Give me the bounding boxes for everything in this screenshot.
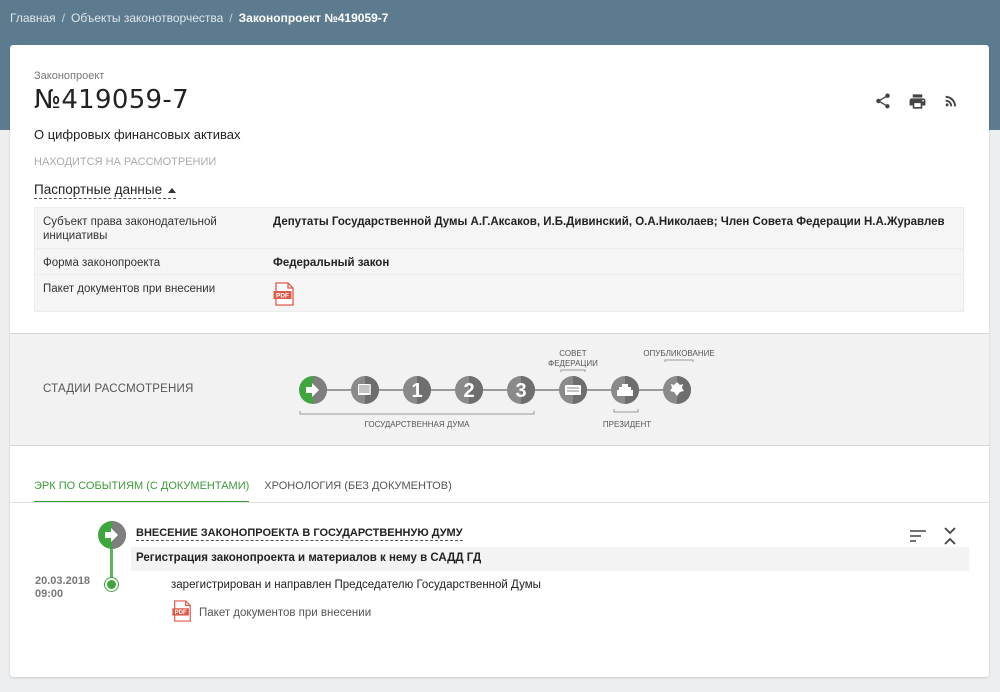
svg-text:PDF: PDF xyxy=(276,293,289,300)
tab-chronology[interactable]: ХРОНОЛОГИЯ (БЕЗ ДОКУМЕНТОВ) xyxy=(264,469,451,503)
passport-label: Пакет документов при внесении xyxy=(43,283,216,295)
passport-row: Субъект права законодательной инициативы… xyxy=(35,208,963,249)
stage-step-preliminary[interactable] xyxy=(351,376,379,404)
sort-icon[interactable] xyxy=(909,527,927,545)
tab-events-with-docs[interactable]: ЭРК ПО СОБЫТИЯМ (С ДОКУМЕНТАМИ) xyxy=(34,469,250,503)
caret-up-icon xyxy=(168,187,177,193)
bill-status: НАХОДИТСЯ НА РАССМОТРЕНИИ xyxy=(34,156,217,168)
stage-group-council-line1: СОВЕТ xyxy=(559,349,586,358)
event-document-label: Пакет документов при внесении xyxy=(199,606,372,619)
breadcrumb-lawmaking[interactable]: Объекты законотворчества xyxy=(71,11,223,25)
passport-value: PDF xyxy=(265,275,963,311)
stage-step-introduction[interactable] xyxy=(299,376,327,404)
stage-step-publication[interactable] xyxy=(663,376,691,404)
passport-value: Депутаты Государственной Думы А.Г.Аксако… xyxy=(273,216,945,228)
stages-track: ГОСУДАРСТВЕННАЯ ДУМА СОВЕТ ФЕДЕРАЦИИ ПРЕ… xyxy=(299,349,715,429)
passport-row: Пакет документов при внесении PDF xyxy=(35,275,963,311)
stage-step-president[interactable] xyxy=(611,376,639,404)
event-title[interactable]: ВНЕСЕНИЕ ЗАКОНОПРОЕКТА В ГОСУДАРСТВЕННУЮ… xyxy=(136,527,463,541)
event-description: зарегистрирован и направлен Председателю… xyxy=(171,579,541,591)
rss-icon[interactable] xyxy=(941,91,961,111)
passport-value: Федеральный закон xyxy=(273,257,390,269)
bill-card: Законопроект №419059-7 О цифровых финанс… xyxy=(10,45,989,677)
stage-group-council-line2: ФЕДЕРАЦИИ xyxy=(548,359,598,368)
passport-label: Субъект права законодательной инициативы xyxy=(43,216,217,242)
passport-label: Форма законопроекта xyxy=(43,257,161,269)
breadcrumb-home[interactable]: Главная xyxy=(10,11,56,25)
pdf-icon[interactable]: PDF xyxy=(273,282,295,310)
breadcrumb-separator: / xyxy=(61,11,66,25)
stages-panel: СТАДИИ РАССМОТРЕНИЯ ГОСУДАРСТВЕННАЯ ДУМА… xyxy=(10,333,989,446)
bill-actions xyxy=(873,91,961,111)
bill-kind: Законопроект xyxy=(34,70,105,82)
event-document-link[interactable]: PDF Пакет документов при внесении xyxy=(171,600,371,625)
event-subtitle: Регистрация законопроекта и материалов к… xyxy=(131,547,969,571)
stage-step-council[interactable] xyxy=(559,376,587,404)
event-tools xyxy=(909,527,959,545)
event-timeline: ВНЕСЕНИЕ ЗАКОНОПРОЕКТА В ГОСУДАРСТВЕННУЮ… xyxy=(10,515,989,665)
event-datetime: 20.03.2018 09:00 xyxy=(35,575,90,601)
stage-group-publication: ОПУБЛИКОВАНИЕ xyxy=(643,349,714,358)
stage-group-duma: ГОСУДАРСТВЕННАЯ ДУМА xyxy=(365,420,471,429)
svg-text:PDF: PDF xyxy=(175,610,187,616)
breadcrumb: Главная / Объекты законотворчества / Зак… xyxy=(10,11,388,25)
events-tabs: ЭРК ПО СОБЫТИЯМ (С ДОКУМЕНТАМИ) ХРОНОЛОГ… xyxy=(34,469,467,503)
passport-row: Форма законопроекта Федеральный закон xyxy=(35,249,963,275)
bill-title: О цифровых финансовых активах xyxy=(34,127,241,142)
event-time: 09:00 xyxy=(35,588,64,600)
stage-step-label: 3 xyxy=(515,380,526,402)
passport-toggle[interactable]: Паспортные данные xyxy=(34,182,177,199)
bill-number: №419059-7 xyxy=(34,85,189,115)
share-icon[interactable] xyxy=(873,91,893,111)
timeline-dot xyxy=(105,578,118,591)
passport-toggle-label: Паспортные данные xyxy=(34,182,163,197)
tab-divider xyxy=(10,502,989,503)
breadcrumb-current: Законопроект №419059-7 xyxy=(238,11,389,25)
stage-step-reading-3[interactable]: 3 xyxy=(507,376,535,404)
stage-step-reading-2[interactable]: 2 xyxy=(455,376,483,404)
collapse-icon[interactable] xyxy=(941,527,959,545)
passport-table: Субъект права законодательной инициативы… xyxy=(34,207,964,312)
event-stage-icon xyxy=(98,521,126,549)
event-date: 20.03.2018 xyxy=(35,575,91,587)
stage-step-label: 2 xyxy=(463,380,474,402)
print-icon[interactable] xyxy=(907,91,927,111)
breadcrumb-separator: / xyxy=(229,11,233,25)
stage-step-reading-1[interactable]: 1 xyxy=(403,376,431,404)
stage-group-president: ПРЕЗИДЕНТ xyxy=(603,420,651,429)
stage-step-label: 1 xyxy=(411,380,422,402)
pdf-icon: PDF xyxy=(171,600,193,625)
